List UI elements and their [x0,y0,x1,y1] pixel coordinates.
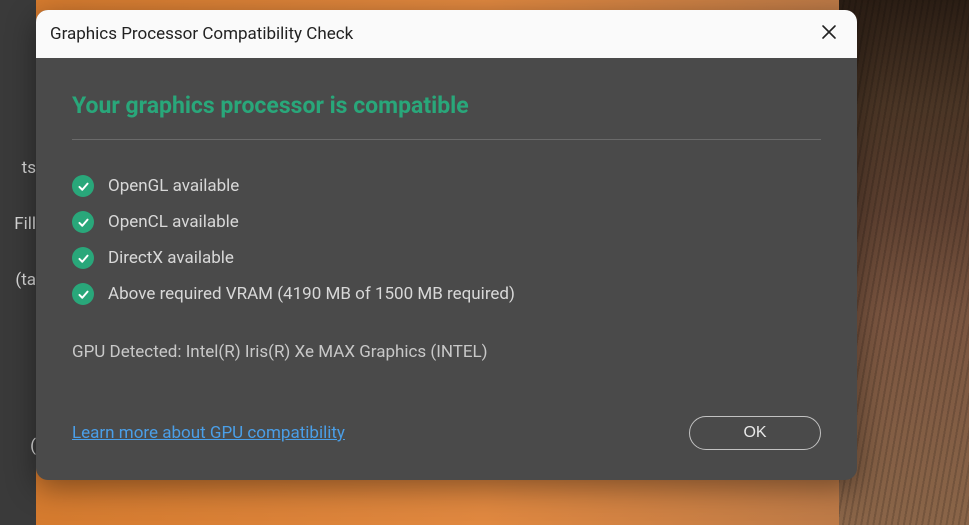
checkmark-icon [72,283,94,305]
check-item-opengl: OpenGL available [72,168,821,204]
check-list: OpenGL available OpenCL available Direct… [72,168,821,312]
dialog-titlebar: Graphics Processor Compatibility Check [36,10,857,58]
bg-text: Fill [0,196,36,252]
check-item-opencl: OpenCL available [72,204,821,240]
gpu-detected-text: GPU Detected: Intel(R) Iris(R) Xe MAX Gr… [72,342,821,362]
ok-button[interactable]: OK [689,416,821,450]
check-label: DirectX available [108,248,234,268]
close-button[interactable] [815,20,843,48]
bg-text: ta) [0,252,36,308]
check-label: Above required VRAM (4190 MB of 1500 MB … [108,284,515,304]
background-right-image [839,0,969,525]
checkmark-icon [72,247,94,269]
dialog-footer: Learn more about GPU compatibility OK [72,416,821,450]
check-item-vram: Above required VRAM (4190 MB of 1500 MB … [72,276,821,312]
checkmark-icon [72,175,94,197]
check-label: OpenCL available [108,212,239,232]
background-left-panel: ts Fill ta) ) [0,0,36,525]
check-item-directx: DirectX available [72,240,821,276]
bg-text: ts [0,140,36,196]
bg-text: ) [0,418,36,474]
dialog-title: Graphics Processor Compatibility Check [50,24,353,44]
checkmark-icon [72,211,94,233]
learn-more-link[interactable]: Learn more about GPU compatibility [72,423,345,443]
check-label: OpenGL available [108,176,239,196]
compatibility-dialog: Graphics Processor Compatibility Check Y… [36,10,857,480]
compatibility-heading: Your graphics processor is compatible [72,92,821,140]
dialog-body: Your graphics processor is compatible Op… [36,58,857,480]
close-icon [821,24,837,44]
